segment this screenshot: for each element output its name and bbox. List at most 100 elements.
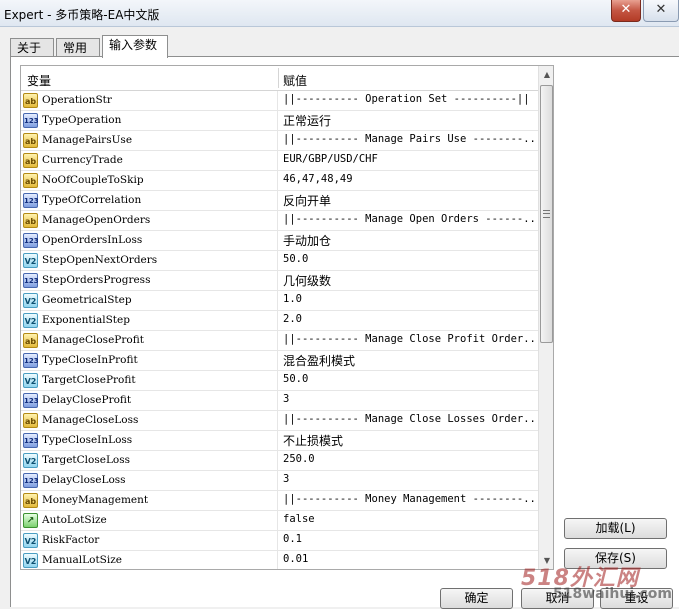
value-cell[interactable]: 几何级数 — [283, 272, 535, 289]
value-cell[interactable]: 反向开单 — [283, 192, 535, 209]
value-cell[interactable]: ||---------- Manage Open Orders ------..… — [283, 213, 535, 225]
table-row[interactable]: V2 TargetCloseLoss 250.0 — [21, 451, 538, 471]
variable-cell[interactable]: ab ManageOpenOrders — [21, 211, 278, 230]
tab-inputs[interactable]: 输入参数 — [102, 35, 168, 58]
value-cell[interactable]: ||---------- Manage Pairs Use --------..… — [283, 133, 535, 145]
table-row[interactable]: V2 TargetCloseProfit 50.0 — [21, 371, 538, 391]
value-cell[interactable]: false — [283, 513, 535, 525]
vertical-scrollbar[interactable]: ▲ ▼ — [538, 66, 553, 569]
parameters-list[interactable]: 变量 赋值 ab OperationStr ||---------- Operati… — [20, 65, 554, 570]
value-cell[interactable]: 混合盈利模式 — [283, 352, 535, 369]
table-row[interactable]: ab NoOfCoupleToSkip 46,47,48,49 — [21, 171, 538, 191]
column-header-variable[interactable]: 变量 — [27, 72, 51, 89]
integer-type-icon: 123 — [23, 113, 39, 128]
variable-name: TypeCloseInProfit — [42, 354, 138, 366]
value-cell[interactable]: 手动加仓 — [283, 232, 535, 249]
variable-cell[interactable]: 123 DelayCloseProfit — [21, 391, 278, 410]
variable-cell[interactable]: 123 TypeOperation — [21, 111, 278, 130]
value-cell[interactable]: EUR/GBP/USD/CHF — [283, 153, 535, 165]
variable-cell[interactable]: ab ManagePairsUse — [21, 131, 278, 150]
integer-type-icon: 123 — [23, 193, 39, 208]
variable-cell[interactable]: ab MoneyManagement — [21, 491, 278, 510]
double-type-icon: V2 — [23, 293, 38, 308]
value-cell[interactable]: ||---------- Manage Close Profit Order..… — [283, 333, 535, 345]
table-row[interactable]: V2 ExponentialStep 2.0 — [21, 311, 538, 331]
variable-cell[interactable]: V2 ManualLotSize — [21, 551, 278, 569]
column-header-value[interactable]: 赋值 — [283, 72, 307, 89]
variable-name: TypeOperation — [42, 114, 122, 126]
table-row[interactable]: ab OperationStr ||---------- Operation Set… — [21, 91, 538, 111]
variable-cell[interactable]: 123 DelayCloseLoss — [21, 471, 278, 490]
integer-type-icon: 123 — [23, 353, 39, 368]
variable-cell[interactable]: ab ManageCloseProfit — [21, 331, 278, 350]
table-row[interactable]: V2 ManualLotSize 0.01 — [21, 551, 538, 569]
ok-button[interactable]: 确定 — [440, 588, 513, 609]
value-cell[interactable]: 3 — [283, 393, 535, 405]
variable-cell[interactable]: ab CurrencyTrade — [21, 151, 278, 170]
variable-cell[interactable]: V2 GeometricalStep — [21, 291, 278, 310]
table-row[interactable]: 123 TypeOfCorrelation 反向开单 — [21, 191, 538, 211]
table-row[interactable]: 123 TypeCloseInProfit 混合盈利模式 — [21, 351, 538, 371]
table-row[interactable]: 123 OpenOrdersInLoss 手动加仓 — [21, 231, 538, 251]
boolean-type-icon: ↗ — [23, 513, 38, 528]
table-row[interactable]: V2 StepOpenNextOrders 50.0 — [21, 251, 538, 271]
table-row[interactable]: ab ManagePairsUse ||---------- Manage Pair… — [21, 131, 538, 151]
scroll-thumb[interactable] — [540, 85, 553, 343]
variable-cell[interactable]: 123 TypeOfCorrelation — [21, 191, 278, 210]
window-title: Expert - 多币策略-EA中文版 — [4, 8, 160, 22]
value-cell[interactable]: 1.0 — [283, 293, 535, 305]
variable-cell[interactable]: V2 RiskFactor — [21, 531, 278, 550]
variable-cell[interactable]: ↗ AutoLotSize — [21, 511, 278, 530]
value-cell[interactable]: 50.0 — [283, 373, 535, 385]
value-cell[interactable]: 0.01 — [283, 553, 535, 565]
table-row[interactable]: ↗ AutoLotSize false — [21, 511, 538, 531]
value-cell[interactable]: 3 — [283, 473, 535, 485]
value-cell[interactable]: 250.0 — [283, 453, 535, 465]
variable-cell[interactable]: 123 TypeCloseInLoss — [21, 431, 278, 450]
tab-about[interactable]: 关于 — [10, 38, 54, 57]
table-row[interactable]: ab ManageCloseProfit ||---------- Manage C… — [21, 331, 538, 351]
value-cell[interactable]: ||---------- Manage Close Losses Order..… — [283, 413, 535, 425]
variable-cell[interactable]: ab NoOfCoupleToSkip — [21, 171, 278, 190]
variable-cell[interactable]: V2 TargetCloseLoss — [21, 451, 278, 470]
variable-name: NoOfCoupleToSkip — [42, 174, 144, 186]
table-row[interactable]: 123 DelayCloseProfit 3 — [21, 391, 538, 411]
value-cell[interactable]: 0.1 — [283, 533, 535, 545]
table-row[interactable]: ab MoneyManagement ||---------- Money Mana… — [21, 491, 538, 511]
value-cell[interactable]: 50.0 — [283, 253, 535, 265]
table-row[interactable]: ab CurrencyTrade EUR/GBP/USD/CHF — [21, 151, 538, 171]
value-cell[interactable]: 不止损模式 — [283, 432, 535, 449]
value-cell[interactable]: 2.0 — [283, 313, 535, 325]
value-cell[interactable]: ||---------- Operation Set ----------|| — [283, 93, 535, 105]
window-close-button-secondary[interactable]: ✕ — [643, 0, 679, 22]
table-row[interactable]: ab ManageCloseLoss ||---------- Manage Clo… — [21, 411, 538, 431]
table-row[interactable]: V2 GeometricalStep 1.0 — [21, 291, 538, 311]
variable-cell[interactable]: 123 TypeCloseInProfit — [21, 351, 278, 370]
table-row[interactable]: V2 RiskFactor 0.1 — [21, 531, 538, 551]
value-cell[interactable]: ||---------- Money Management --------..… — [283, 493, 535, 505]
variable-cell[interactable]: ab ManageCloseLoss — [21, 411, 278, 430]
string-type-icon: ab — [23, 213, 38, 228]
variable-cell[interactable]: 123 StepOrdersProgress — [21, 271, 278, 290]
variable-cell[interactable]: V2 TargetCloseProfit — [21, 371, 278, 390]
table-row[interactable]: 123 TypeCloseInLoss 不止损模式 — [21, 431, 538, 451]
scroll-up-arrow-icon[interactable]: ▲ — [539, 66, 553, 83]
value-cell[interactable]: 正常运行 — [283, 112, 535, 129]
variable-cell[interactable]: V2 ExponentialStep — [21, 311, 278, 330]
variable-name: OpenOrdersInLoss — [42, 234, 143, 246]
table-row[interactable]: 123 DelayCloseLoss 3 — [21, 471, 538, 491]
table-row[interactable]: ab ManageOpenOrders ||---------- Manage Op… — [21, 211, 538, 231]
title-bar: Expert - 多币策略-EA中文版 ✕ ✕ — [0, 0, 679, 27]
value-cell[interactable]: 46,47,48,49 — [283, 173, 535, 185]
table-row[interactable]: 123 StepOrdersProgress 几何级数 — [21, 271, 538, 291]
table-row[interactable]: 123 TypeOperation 正常运行 — [21, 111, 538, 131]
variable-cell[interactable]: V2 StepOpenNextOrders — [21, 251, 278, 270]
load-button[interactable]: 加载(L) — [564, 518, 667, 539]
close-window-button[interactable]: ✕ — [611, 0, 641, 22]
tab-common[interactable]: 常用 — [56, 38, 100, 57]
parameter-rows: ab OperationStr ||---------- Operation Set… — [21, 91, 538, 569]
variable-cell[interactable]: ab OperationStr — [21, 91, 278, 110]
variable-name: ManageCloseProfit — [42, 334, 144, 346]
variable-cell[interactable]: 123 OpenOrdersInLoss — [21, 231, 278, 250]
column-separator[interactable] — [278, 68, 279, 88]
